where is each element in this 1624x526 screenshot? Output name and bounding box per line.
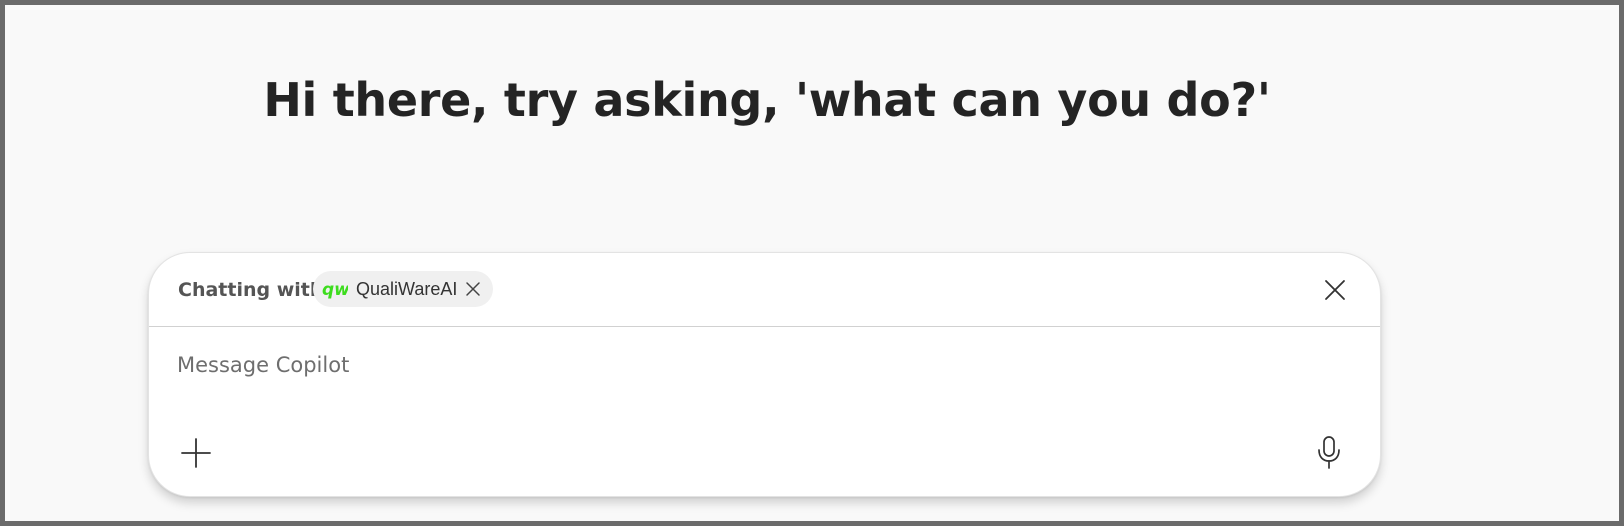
microphone-icon[interactable] — [1314, 435, 1344, 471]
message-input[interactable] — [177, 348, 1277, 382]
close-icon[interactable] — [1323, 278, 1347, 302]
svg-text:qw: qw — [322, 280, 348, 299]
greeting-heading: Hi there, try asking, 'what can you do?' — [263, 73, 1271, 127]
composer-header: Chatting with qw QualiWareAI — [149, 253, 1380, 327]
agent-chip[interactable]: qw QualiWareAI — [313, 271, 494, 307]
remove-agent-close-icon[interactable] — [465, 281, 481, 297]
agent-name: QualiWareAI — [356, 278, 458, 299]
plus-icon[interactable] — [179, 436, 213, 470]
chat-composer: Chatting with qw QualiWareAI — [148, 252, 1381, 497]
qualiware-logo: qw — [322, 279, 348, 299]
chatting-with-label: Chatting with — [178, 279, 324, 301]
